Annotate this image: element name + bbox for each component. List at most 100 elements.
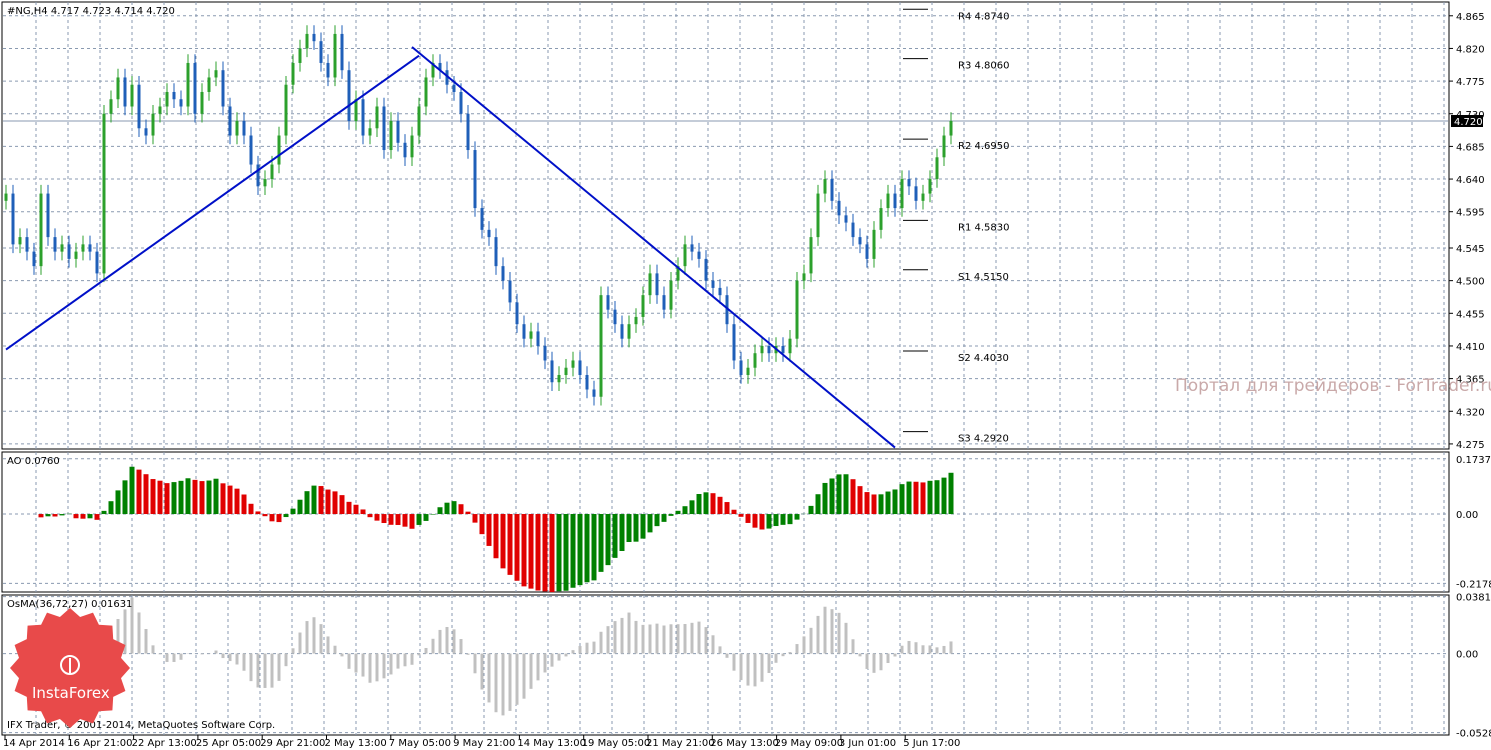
candle-body — [95, 251, 99, 274]
candle-body — [361, 99, 365, 136]
candle-body — [179, 99, 183, 107]
candle-body — [200, 91, 204, 114]
candle-body — [662, 295, 666, 310]
candle-body — [60, 244, 64, 252]
candle-body — [655, 273, 659, 296]
candle-body — [942, 135, 946, 158]
time-tick-label: 26 May 13:00 — [710, 738, 779, 749]
candle-body — [543, 345, 547, 361]
candle-body — [802, 273, 806, 281]
candle-body — [214, 70, 218, 78]
candle-body — [389, 121, 393, 151]
candle-body — [816, 193, 820, 238]
candle-body — [67, 244, 71, 259]
time-tick-label: 25 Apr 05:00 — [196, 738, 261, 749]
price-tick-label: 4.275 — [1456, 440, 1485, 451]
candle-body — [872, 229, 876, 259]
candle-body — [837, 200, 841, 216]
price-tick-label: 4.820 — [1456, 44, 1485, 55]
candle-body — [186, 62, 190, 107]
candle-body — [851, 222, 855, 238]
candle-body — [949, 121, 953, 136]
pivot-label: R4 4.8740 — [958, 11, 1009, 22]
price-tick-label: 4.640 — [1456, 175, 1485, 186]
candle-body — [221, 70, 225, 107]
candle-body — [151, 113, 155, 136]
candle-body — [242, 121, 246, 136]
candle-body — [865, 244, 869, 259]
candle-body — [284, 84, 288, 136]
candle-body — [914, 186, 918, 201]
candle-body — [844, 215, 848, 223]
price-tick-label: 4.455 — [1456, 309, 1485, 320]
candle-body — [669, 280, 673, 310]
candle-body — [123, 77, 127, 107]
candle-body — [690, 244, 694, 252]
candle-body — [452, 84, 456, 92]
candle-body — [4, 193, 8, 201]
candle-body — [830, 179, 834, 201]
candle-body — [165, 91, 169, 107]
candle-body — [508, 280, 512, 303]
price-tick-label: 4.410 — [1456, 342, 1485, 353]
watermark-text: Портал для трейдеров - ForTrader.ru — [1175, 376, 1491, 396]
candle-body — [172, 91, 176, 100]
pivot-label: S1 4.5150 — [958, 272, 1009, 283]
candle-body — [907, 179, 911, 187]
candle-body — [599, 295, 603, 397]
candle-body — [424, 77, 428, 107]
trading-chart[interactable]: R4 4.8740 R3 4.8060 R2 4.6950 R1 4.5830 S1 4… — [0, 0, 1491, 750]
candle-body — [305, 33, 309, 49]
candle-body — [249, 135, 253, 165]
time-axis: 14 Apr 2014 16 Apr 21:00 22 Apr 13:00 25 Ap… — [3, 735, 960, 749]
time-tick-label: 2 May 13:00 — [325, 738, 387, 749]
candle-body — [137, 84, 141, 129]
candle-body — [18, 237, 22, 245]
price-tick-label: 4.775 — [1456, 77, 1485, 88]
candle-body — [928, 179, 932, 194]
candle-body — [935, 157, 939, 180]
current-price-label: 4.720 — [1454, 117, 1483, 128]
candle-body — [564, 367, 568, 375]
candle-body — [893, 193, 897, 209]
candle-body — [711, 280, 715, 288]
candle-body — [536, 331, 540, 346]
candle-body — [641, 295, 645, 317]
osma-tick-label: 0.03814 — [1456, 593, 1491, 604]
candle-body — [39, 193, 43, 267]
candle-body — [382, 106, 386, 151]
osma-pane-frame — [1, 594, 1450, 736]
candle-body — [473, 150, 477, 209]
pivot-label: R3 4.8060 — [958, 61, 1009, 72]
candle-body — [648, 273, 652, 296]
time-tick-label: 14 May 13:00 — [517, 738, 586, 749]
candle-body — [109, 99, 113, 114]
time-tick-label: 9 May 21:00 — [453, 738, 515, 749]
osma-histogram — [39, 597, 953, 716]
pivot-label: S3 4.2920 — [958, 434, 1009, 445]
candle-body — [116, 77, 120, 100]
osma-tick-label: -0.05287 — [1456, 729, 1491, 740]
candle-body — [704, 258, 708, 281]
candle-body — [291, 62, 295, 85]
candle-body — [53, 237, 57, 252]
candle-body — [256, 164, 260, 187]
candle-body — [760, 345, 764, 354]
ao-histogram — [38, 466, 954, 593]
price-tick-label: 4.865 — [1456, 12, 1485, 23]
price-tick-label: 4.545 — [1456, 244, 1485, 255]
time-tick-label: 5 Jun 17:00 — [903, 738, 960, 749]
candle-body — [270, 164, 274, 180]
candle-body — [627, 324, 631, 339]
candle-body — [158, 106, 162, 114]
candle-body — [620, 324, 624, 339]
candle-body — [718, 287, 722, 296]
candle-body — [879, 208, 883, 230]
pivot-label: R2 4.6950 — [958, 141, 1009, 152]
price-tick-label: 4.500 — [1456, 277, 1485, 288]
price-tick-label: 4.685 — [1456, 142, 1485, 153]
candle-body — [25, 237, 29, 252]
time-tick-label: 3 Jun 01:00 — [839, 738, 896, 749]
candle-body — [375, 106, 379, 129]
candle-body — [32, 251, 36, 267]
